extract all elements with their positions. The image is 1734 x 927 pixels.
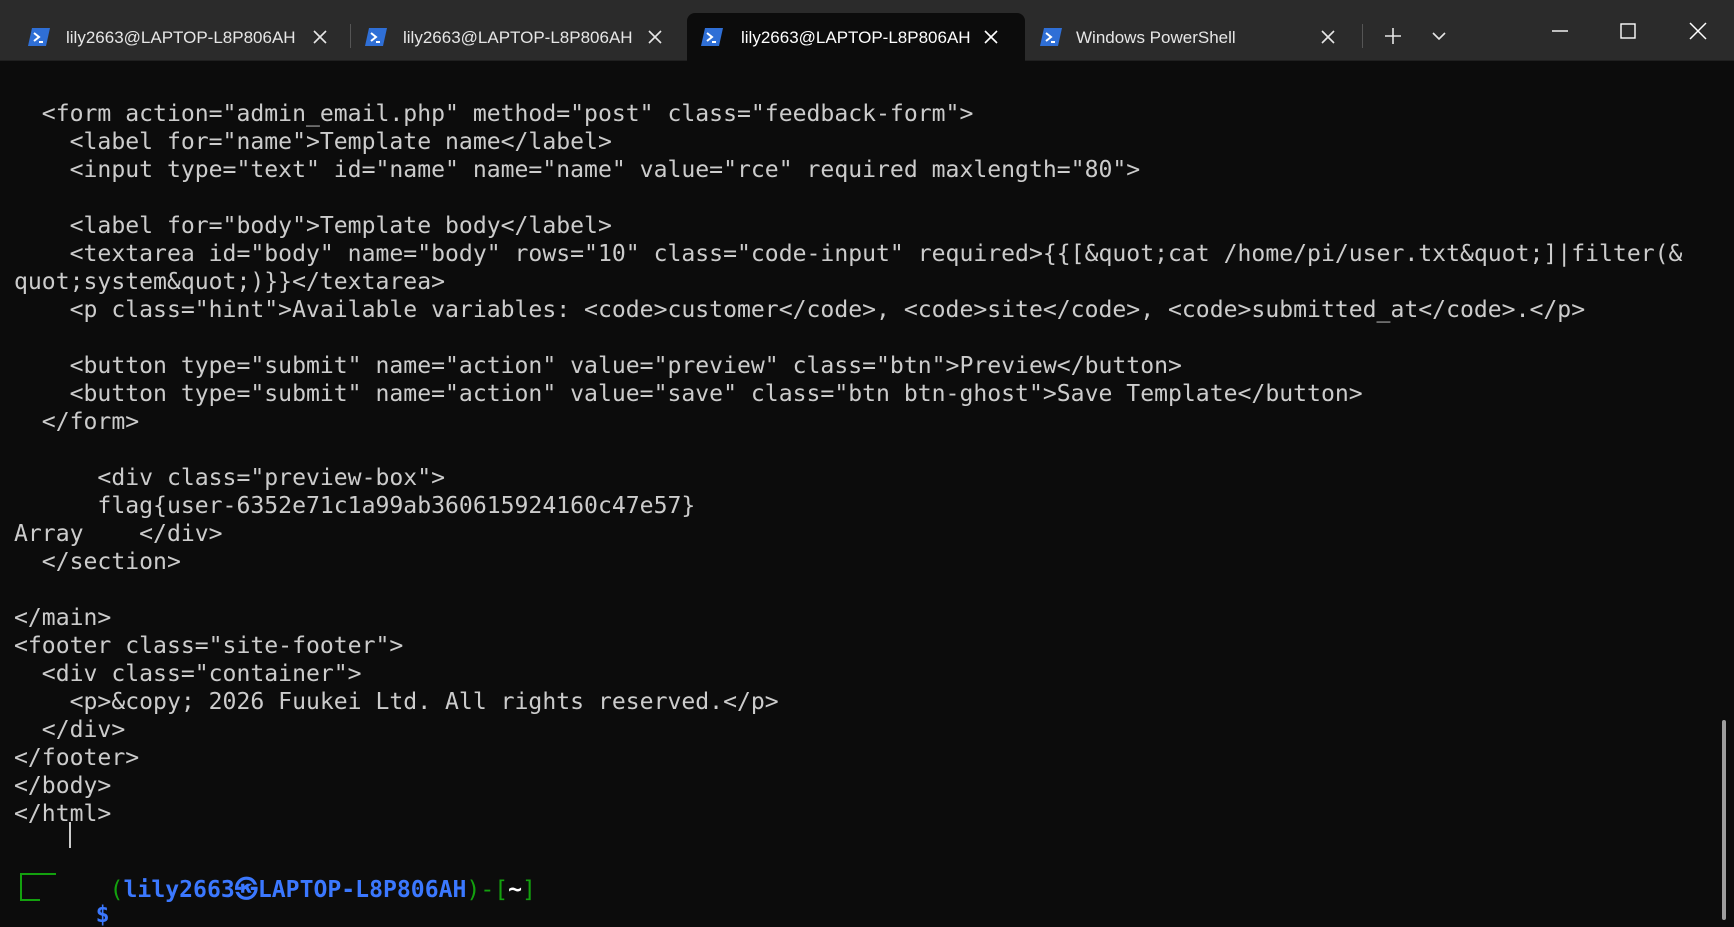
close-icon[interactable] [645, 27, 665, 47]
terminal-line: </form> [14, 409, 140, 435]
powershell-icon [365, 28, 387, 46]
terminal-line: flag{user-6352e71c1a99ab360615924160c47e… [14, 493, 696, 519]
terminal-line: <footer class="site-footer"> [14, 633, 404, 659]
terminal-line: </div> [14, 717, 126, 743]
terminal-pane[interactable]: <form action="admin_email.php" method="p… [0, 61, 1734, 927]
close-icon[interactable] [310, 27, 330, 47]
new-tab-button[interactable] [1371, 17, 1415, 55]
terminal-line: <button type="submit" name="action" valu… [14, 381, 1363, 407]
prompt-corner [20, 873, 22, 901]
terminal-line: <p class="hint">Available variables: <co… [14, 297, 1586, 323]
prompt-end: ] [522, 877, 536, 903]
terminal-line: Array </div> [14, 521, 223, 547]
terminal-line: <input type="text" id="name" name="name"… [14, 157, 1141, 183]
terminal-line: <label for="name">Template name</label> [14, 129, 612, 155]
terminal-line: <button type="submit" name="action" valu… [14, 353, 1182, 379]
tab-label: lily2663@LAPTOP-L8P806AH [741, 28, 971, 47]
terminal-line: <p>&copy; 2026 Fuukei Ltd. All rights re… [14, 689, 779, 715]
terminal-line: <form action="admin_email.php" method="p… [14, 101, 974, 127]
scrollbar[interactable] [1722, 720, 1726, 920]
tab-2[interactable]: lily2663@LAPTOP-L8P806AH [351, 13, 681, 61]
powershell-icon [701, 28, 723, 46]
tab-label: lily2663@LAPTOP-L8P806AH [403, 28, 633, 47]
prompt-symbol: $ [95, 902, 110, 927]
tab-label: lily2663@LAPTOP-L8P806AH [66, 28, 296, 47]
terminal-line: </body> [14, 773, 112, 799]
minimize-button[interactable] [1526, 0, 1594, 61]
tab-3[interactable]: lily2663@LAPTOP-L8P806AH [687, 13, 1025, 61]
prompt-open: ( [109, 877, 124, 903]
close-icon [1689, 21, 1707, 40]
minimize-icon [1552, 29, 1568, 32]
chevron-down-icon [1432, 32, 1446, 41]
prompt-symbol-line: $ [40, 873, 110, 927]
powershell-icon [28, 28, 50, 46]
terminal-line: <textarea id="body" name="body" rows="10… [14, 241, 1683, 267]
tab-label: Windows PowerShell [1076, 28, 1236, 47]
maximize-button[interactable] [1594, 0, 1662, 61]
tab-strip: lily2663@LAPTOP-L8P806AH lily2663@LAPTOP… [0, 0, 1734, 61]
terminal-line: </html> [14, 801, 112, 827]
terminal-line: quot;system&quot;)}}</textarea> [14, 269, 446, 295]
prompt-corner [20, 899, 40, 901]
close-window-button[interactable] [1664, 0, 1732, 61]
terminal-line: </section> [14, 549, 181, 575]
prompt-at: ㉿ [234, 877, 258, 903]
tab-4[interactable]: Windows PowerShell [1026, 13, 1356, 61]
terminal-line: </main> [14, 605, 112, 631]
text-cursor [69, 822, 71, 848]
prompt-cwd: ~ [508, 877, 523, 903]
terminal-line: <div class="preview-box"> [14, 465, 446, 491]
prompt-host: LAPTOP-L8P806AH [257, 877, 467, 903]
terminal-line: <label for="body">Template body</label> [14, 213, 612, 239]
prompt: (lily2663㉿LAPTOP-L8P806AH)-[~] [54, 848, 536, 903]
dropdown-button[interactable] [1417, 17, 1461, 55]
terminal-line: </footer> [14, 745, 140, 771]
tab-divider [1362, 24, 1363, 48]
prompt-user: lily2663 [123, 877, 235, 903]
close-icon[interactable] [1318, 27, 1338, 47]
terminal-line: <div class="container"> [14, 661, 362, 687]
plus-icon [1385, 28, 1401, 44]
prompt-close: )-[ [466, 877, 509, 903]
tab-1[interactable]: lily2663@LAPTOP-L8P806AH [14, 13, 344, 61]
maximize-icon [1620, 22, 1636, 39]
close-icon[interactable] [981, 27, 1001, 47]
powershell-icon [1040, 28, 1062, 46]
